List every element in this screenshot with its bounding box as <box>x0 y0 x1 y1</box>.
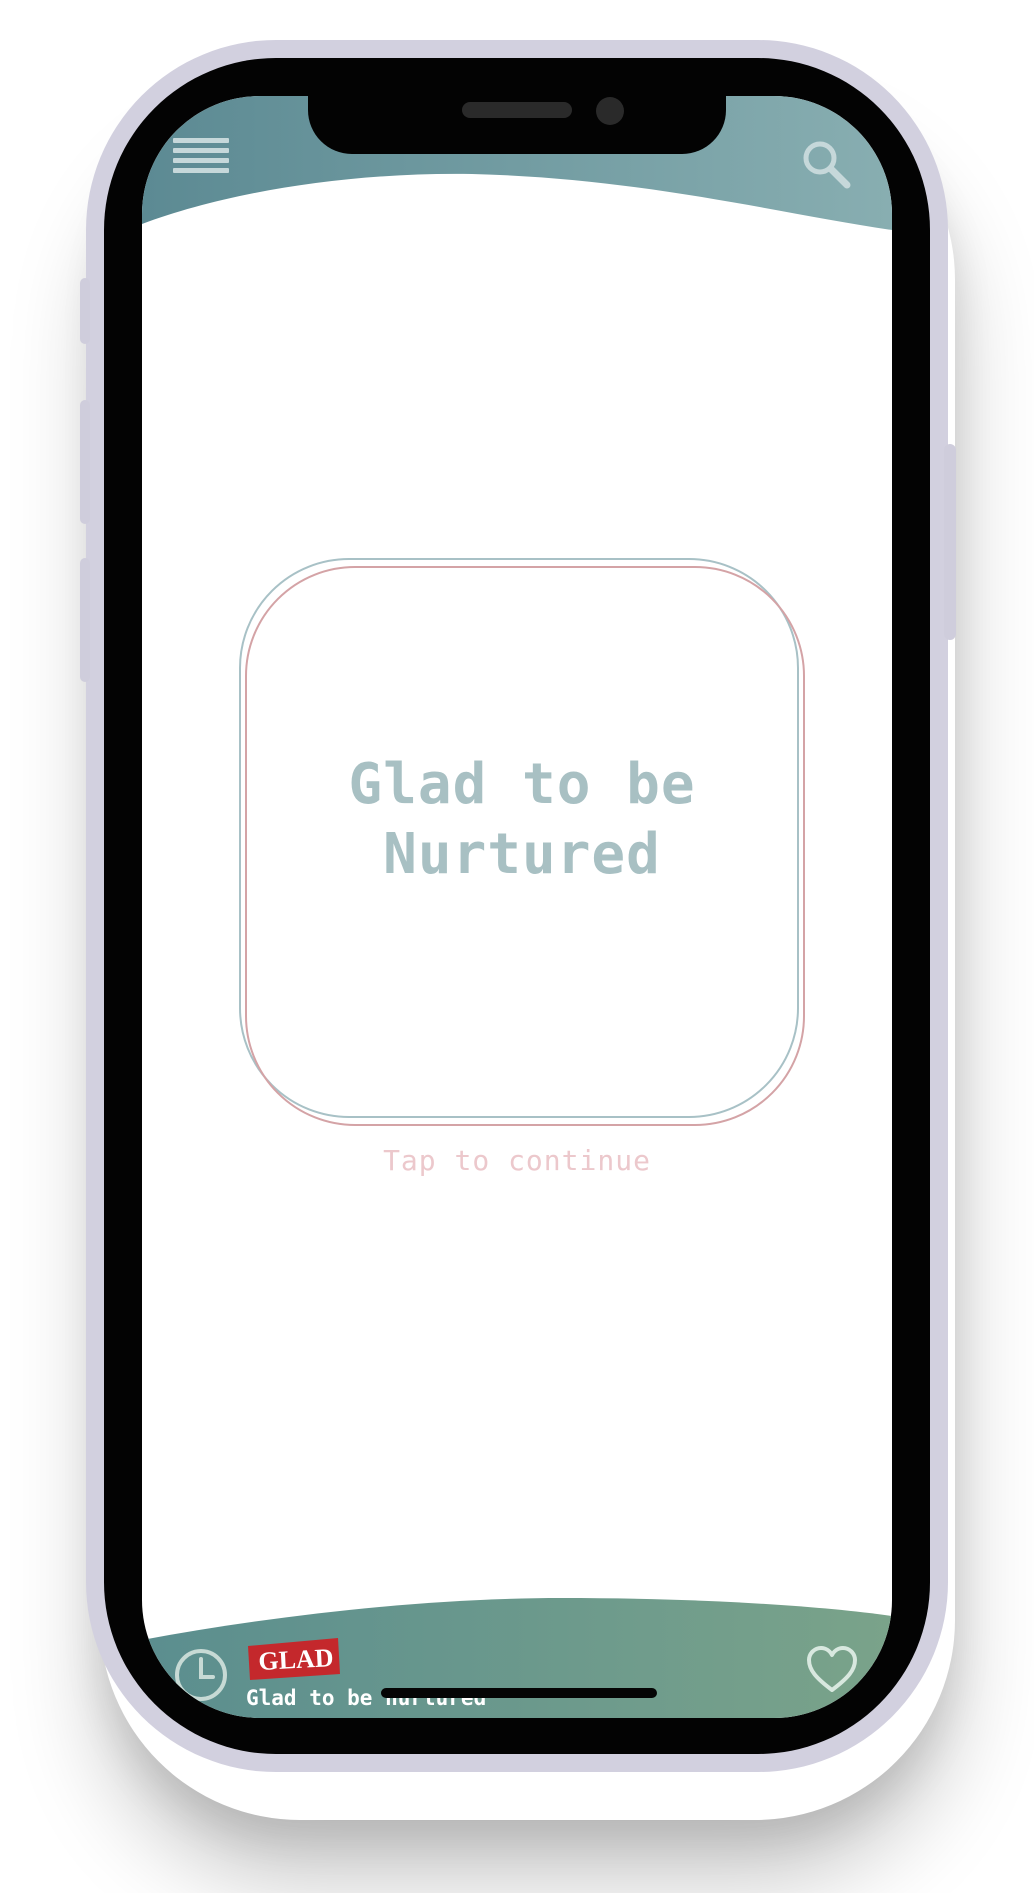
card-title-line1: Glad to be <box>348 752 696 817</box>
power-button <box>944 444 956 640</box>
history-button[interactable] <box>172 1646 230 1704</box>
favorites-button[interactable] <box>804 1644 860 1696</box>
card-title-line2: Nurtured <box>383 822 661 887</box>
heart-icon <box>807 1646 857 1692</box>
hamburger-menu-icon <box>173 138 229 173</box>
menu-button[interactable] <box>170 132 232 180</box>
search-icon <box>803 141 851 189</box>
clock-icon <box>175 1649 227 1701</box>
intro-card[interactable]: Glad to be Nurtured <box>239 558 805 1126</box>
tap-to-continue-hint: Tap to continue <box>383 1144 651 1177</box>
card-title: Glad to be Nurtured <box>242 750 802 890</box>
mute-switch <box>80 278 90 344</box>
home-indicator <box>381 1688 657 1698</box>
glad-logo: GLAD <box>248 1638 340 1680</box>
volume-up-button <box>80 400 90 524</box>
phone-speaker <box>462 102 572 118</box>
app-stage: Glad to be Nurtured Tap to continue GLAD… <box>0 0 1034 1893</box>
phone-camera <box>596 97 624 125</box>
search-button[interactable] <box>798 136 854 192</box>
glad-logo-text: GLAD <box>258 1643 335 1676</box>
screen: Glad to be Nurtured Tap to continue GLAD… <box>142 96 892 1718</box>
volume-down-button <box>80 558 90 682</box>
